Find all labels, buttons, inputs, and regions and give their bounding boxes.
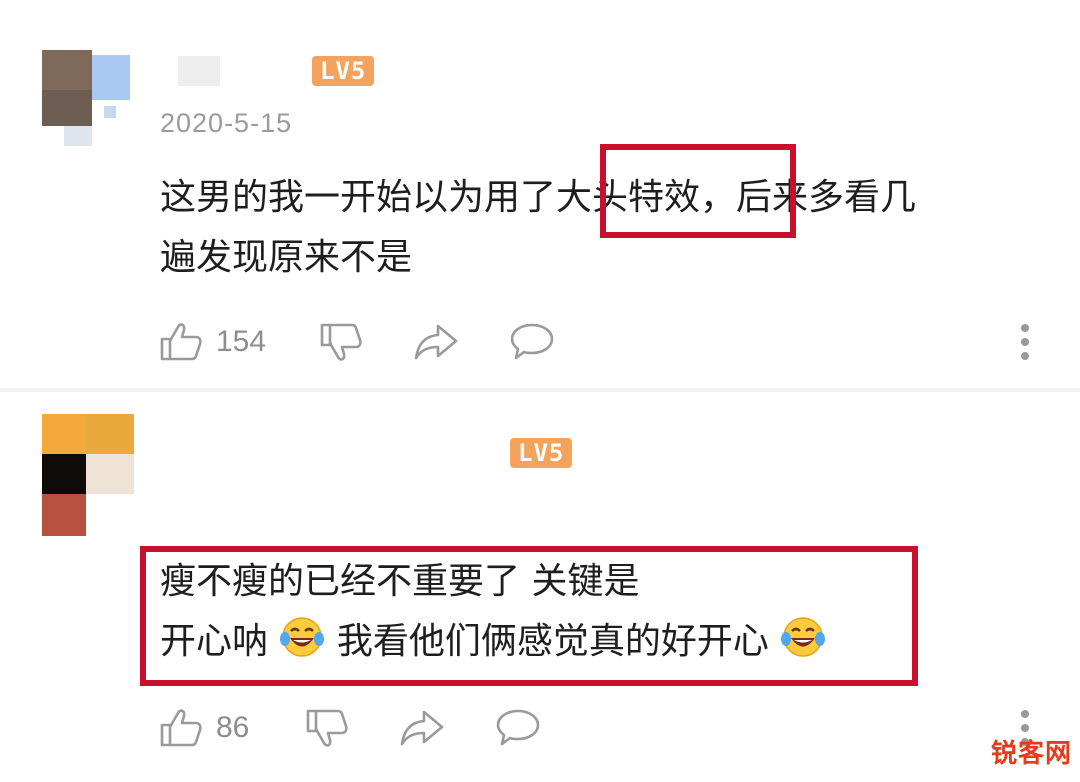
like-button[interactable]: 154 xyxy=(160,320,266,364)
reply-button[interactable] xyxy=(510,320,554,364)
level-badge: LV5 xyxy=(510,438,573,468)
comment-item: LV5 瘦不瘦的已经不重要了 关键是 开心呐 我看他们俩感觉真的好开心 86 xyxy=(0,392,1080,782)
comment-item: LV5 2020-5-15 这男的我一开始以为用了大头特效，后来多看几 遍发现原… xyxy=(0,0,1080,390)
dislike-button[interactable] xyxy=(306,706,348,750)
thumbs-up-icon xyxy=(160,707,202,749)
avatar[interactable] xyxy=(42,414,142,539)
like-button[interactable]: 86 xyxy=(160,706,249,750)
highlight-box xyxy=(140,546,918,686)
highlight-box xyxy=(600,144,796,238)
comment-text-part: 这男的我一开始以为用了 xyxy=(160,177,557,218)
more-options-icon[interactable] xyxy=(1020,324,1030,366)
like-count: 154 xyxy=(216,325,267,358)
action-bar: 154 xyxy=(160,320,1040,364)
dislike-button[interactable] xyxy=(320,320,362,364)
thumbs-down-icon xyxy=(320,321,362,363)
share-arrow-icon xyxy=(400,708,444,748)
comment-bubble-icon xyxy=(510,322,554,362)
site-watermark: 锐客网 xyxy=(990,739,1072,769)
thumbs-down-icon xyxy=(306,707,348,749)
like-count: 86 xyxy=(216,711,250,744)
share-button[interactable] xyxy=(414,320,458,364)
comment-date: 2020-5-15 xyxy=(160,108,293,138)
comment-bubble-icon xyxy=(496,708,540,748)
share-arrow-icon xyxy=(414,322,458,362)
username-placeholder[interactable] xyxy=(178,56,220,86)
avatar[interactable] xyxy=(42,50,142,160)
thumbs-up-icon xyxy=(160,321,202,363)
level-badge: LV5 xyxy=(312,56,375,86)
share-button[interactable] xyxy=(400,706,444,750)
action-bar: 86 xyxy=(160,706,1040,750)
reply-button[interactable] xyxy=(496,706,540,750)
